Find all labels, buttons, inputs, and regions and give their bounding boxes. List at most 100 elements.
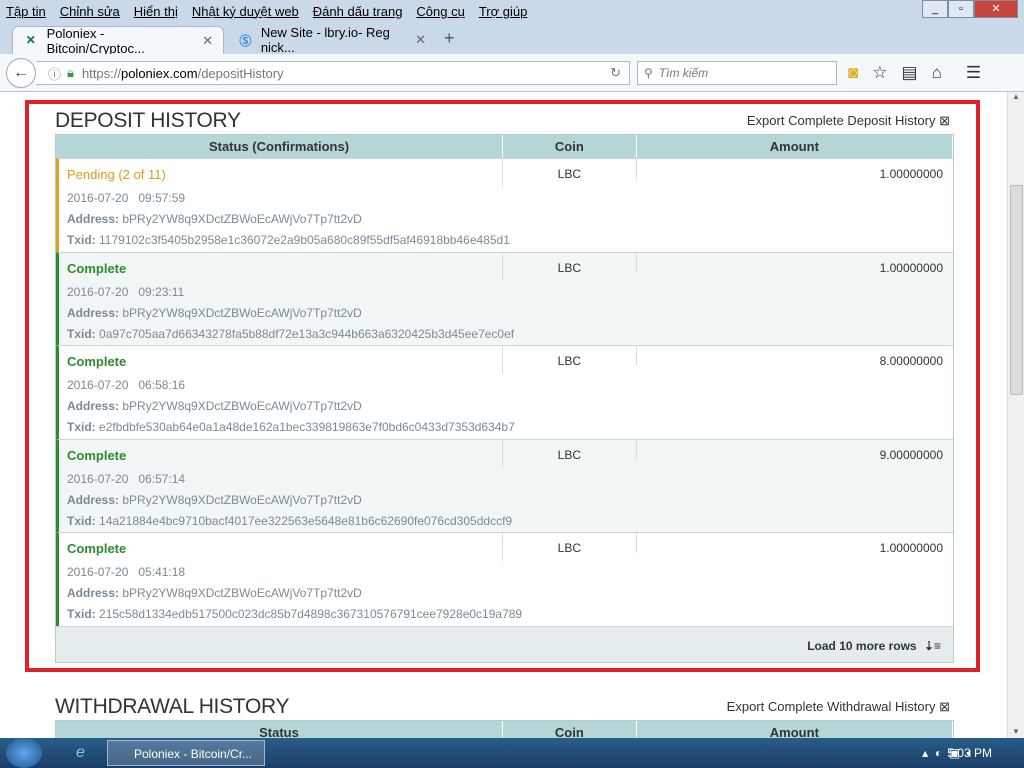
status: Complete [59, 533, 503, 561]
export-label: Export Complete Withdrawal History [726, 699, 936, 714]
address-label: Address: [67, 305, 120, 320]
table-row: Complete LBC 9.00000000 2016-07-20 06:57:1… [56, 438, 953, 532]
amount: 9.00000000 [879, 447, 943, 462]
url-path: /depositHistory [197, 65, 284, 81]
txid[interactable]: e2fbdbfe530ab64e0a1a48de162a1bec33981986… [99, 420, 515, 434]
lock-icon: 🔒︎ [67, 65, 74, 80]
address: bPRy2YW8q9XDctZBWoEcAWjVo7Tp7tt2vD [122, 399, 362, 413]
tab-title: Poloniex - Bitcoin/Cryptoc... [46, 25, 145, 56]
deposit-history-title: DEPOSIT HISTORY [55, 109, 241, 132]
menu-bookmarks[interactable]: Đánh dấu trang [313, 4, 403, 19]
lbry-icon: Ⓢ [239, 34, 252, 48]
status: Complete [59, 252, 503, 281]
amount: 8.00000000 [879, 354, 943, 368]
coin: LBC [503, 252, 637, 275]
load-more-label: Load 10 more rows [807, 638, 917, 653]
address: bPRy2YW8q9XDctZBWoEcAWjVo7Tp7tt2vD [122, 305, 362, 320]
info-icon[interactable]: ⓘ [48, 64, 61, 83]
withdrawal-table: Status Coin Amount [55, 720, 954, 738]
sort-icon: ⇣≡ [923, 638, 941, 653]
col-coin[interactable]: Coin [503, 135, 637, 158]
excel-icon: ⊠ [939, 113, 950, 128]
col-status[interactable]: Status (Confirmations) [56, 135, 503, 158]
url-prefix: https:// [81, 65, 121, 81]
url-bar[interactable]: ⓘ 🔒︎ https://poloniex.com/depositHistory … [36, 61, 630, 85]
minimize-button[interactable]: _ [922, 0, 948, 18]
new-tab-button[interactable]: + [444, 28, 455, 49]
taskbar: e Poloniex - Bitcoin/Cr... ▴ ◐ ▣ 🔈︎ 5:03… [0, 738, 1024, 768]
page-content: DEPOSIT HISTORY Export Complete Deposit … [0, 92, 1007, 738]
col-status[interactable]: Status [56, 721, 503, 738]
address-label: Address: [67, 399, 120, 413]
col-coin[interactable]: Coin [503, 721, 637, 738]
txid[interactable]: 14a21884e4bc9710bacf4017ee322563e5648e81… [99, 514, 512, 528]
txid-label: Txid: [67, 420, 96, 434]
status: Pending (2 of 11) [59, 159, 503, 187]
table-row: Pending (2 of 11) LBC 1.00000000 2016-07-2… [56, 158, 953, 252]
scrollbar[interactable]: ▲ ▼ [1007, 92, 1024, 738]
menu-view[interactable]: Hiển thị [134, 4, 178, 19]
back-button[interactable]: ← [6, 58, 36, 88]
clock[interactable]: 5:03 PM [947, 746, 992, 760]
excel-icon: ⊠ [939, 699, 950, 714]
address: bPRy2YW8q9XDctZBWoEcAWjVo7Tp7tt2vD [122, 492, 362, 507]
address-label: Address: [67, 492, 120, 507]
tab-poloniex[interactable]: ✕ Poloniex - Bitcoin/Cryptoc... ✕ [12, 25, 224, 56]
txid-label: Txid: [67, 326, 96, 341]
txid-label: Txid: [67, 233, 96, 247]
menu-tools[interactable]: Công cụ [416, 4, 464, 19]
search-input[interactable]: ⚲ Tìm kiếm [637, 61, 837, 85]
withdrawal-history-title: WITHDRAWAL HISTORY [55, 695, 290, 718]
scrollbar-thumb[interactable] [1010, 185, 1023, 395]
timestamp: 2016-07-20 05:41:18 [67, 565, 186, 579]
close-tab-icon[interactable]: ✕ [202, 33, 213, 49]
taskbar-firefox-app[interactable]: Poloniex - Bitcoin/Cr... [107, 740, 265, 766]
timestamp: 2016-07-20 09:57:59 [67, 191, 186, 205]
txid-label: Txid: [67, 607, 96, 621]
txid[interactable]: 215c58d1334edb517500c023dc85b7d4898c3673… [99, 607, 522, 621]
extension-icon[interactable]: ◙ [848, 63, 858, 83]
close-window-button[interactable]: ✕ [974, 0, 1018, 18]
export-withdrawal-link[interactable]: Export Complete Withdrawal History ⊠ [727, 699, 950, 715]
status: Complete [59, 346, 503, 374]
coin: LBC [503, 533, 637, 555]
ie-icon[interactable]: e [76, 744, 85, 762]
export-deposit-link[interactable]: Export Complete Deposit History ⊠ [747, 113, 950, 129]
table-header: Status (Confirmations) Coin Amount [56, 135, 953, 158]
maximize-button[interactable]: ▫ [948, 0, 974, 18]
menu-history[interactable]: Nhật ký duyệt web [192, 4, 299, 19]
menu-help[interactable]: Trợ giúp [479, 4, 528, 19]
amount: 1.00000000 [879, 167, 943, 181]
start-button[interactable] [6, 738, 42, 768]
col-amount[interactable]: Amount [637, 721, 953, 738]
hamburger-menu-icon[interactable]: ☰ [966, 63, 981, 83]
nav-bar: ← ⓘ 🔒︎ https://poloniex.com/depositHistor… [0, 54, 1024, 92]
export-label: Export Complete Deposit History [746, 113, 936, 128]
menu-bar: Tập tin Chỉnh sửa Hiển thị Nhật ký duyệt… [0, 0, 1024, 22]
tab-title: New Site - lbry.io- Reg nick... [260, 25, 390, 55]
timestamp: 2016-07-20 09:23:11 [67, 284, 185, 299]
txid[interactable]: 1179102c3f5405b2958e1c36072e2a9b05a680c8… [99, 233, 510, 247]
search-placeholder: Tìm kiếm [658, 66, 709, 80]
txid[interactable]: 0a97c705aa7d66343278fa5b88df72e13a3c944b… [99, 327, 514, 341]
poloniex-icon: ✕ [25, 32, 36, 47]
reading-list-icon[interactable]: ▤ [902, 63, 918, 83]
col-amount[interactable]: Amount [637, 135, 953, 158]
close-tab-icon[interactable]: ✕ [415, 32, 426, 48]
coin: LBC [503, 439, 637, 462]
home-icon[interactable]: ⌂ [932, 63, 942, 83]
address-label: Address: [67, 212, 120, 226]
address-label: Address: [67, 586, 120, 600]
load-more-button[interactable]: Load 10 more rows ⇣≡ [56, 625, 953, 662]
status: Complete [59, 439, 503, 468]
url-domain: poloniex.com [120, 65, 198, 81]
menu-file[interactable]: Tập tin [6, 4, 46, 19]
table-row: Complete LBC 8.00000000 2016-07-20 06:58:1… [56, 345, 953, 439]
amount: 1.00000000 [879, 260, 943, 275]
tab-lbry[interactable]: Ⓢ New Site - lbry.io- Reg nick... ✕ [228, 25, 436, 55]
reload-icon[interactable]: ↻ [610, 65, 621, 81]
bookmark-star-icon[interactable]: ☆ [872, 63, 887, 83]
timestamp: 2016-07-20 06:57:14 [67, 471, 186, 486]
coin: LBC [503, 159, 637, 181]
menu-edit[interactable]: Chỉnh sửa [60, 4, 120, 19]
